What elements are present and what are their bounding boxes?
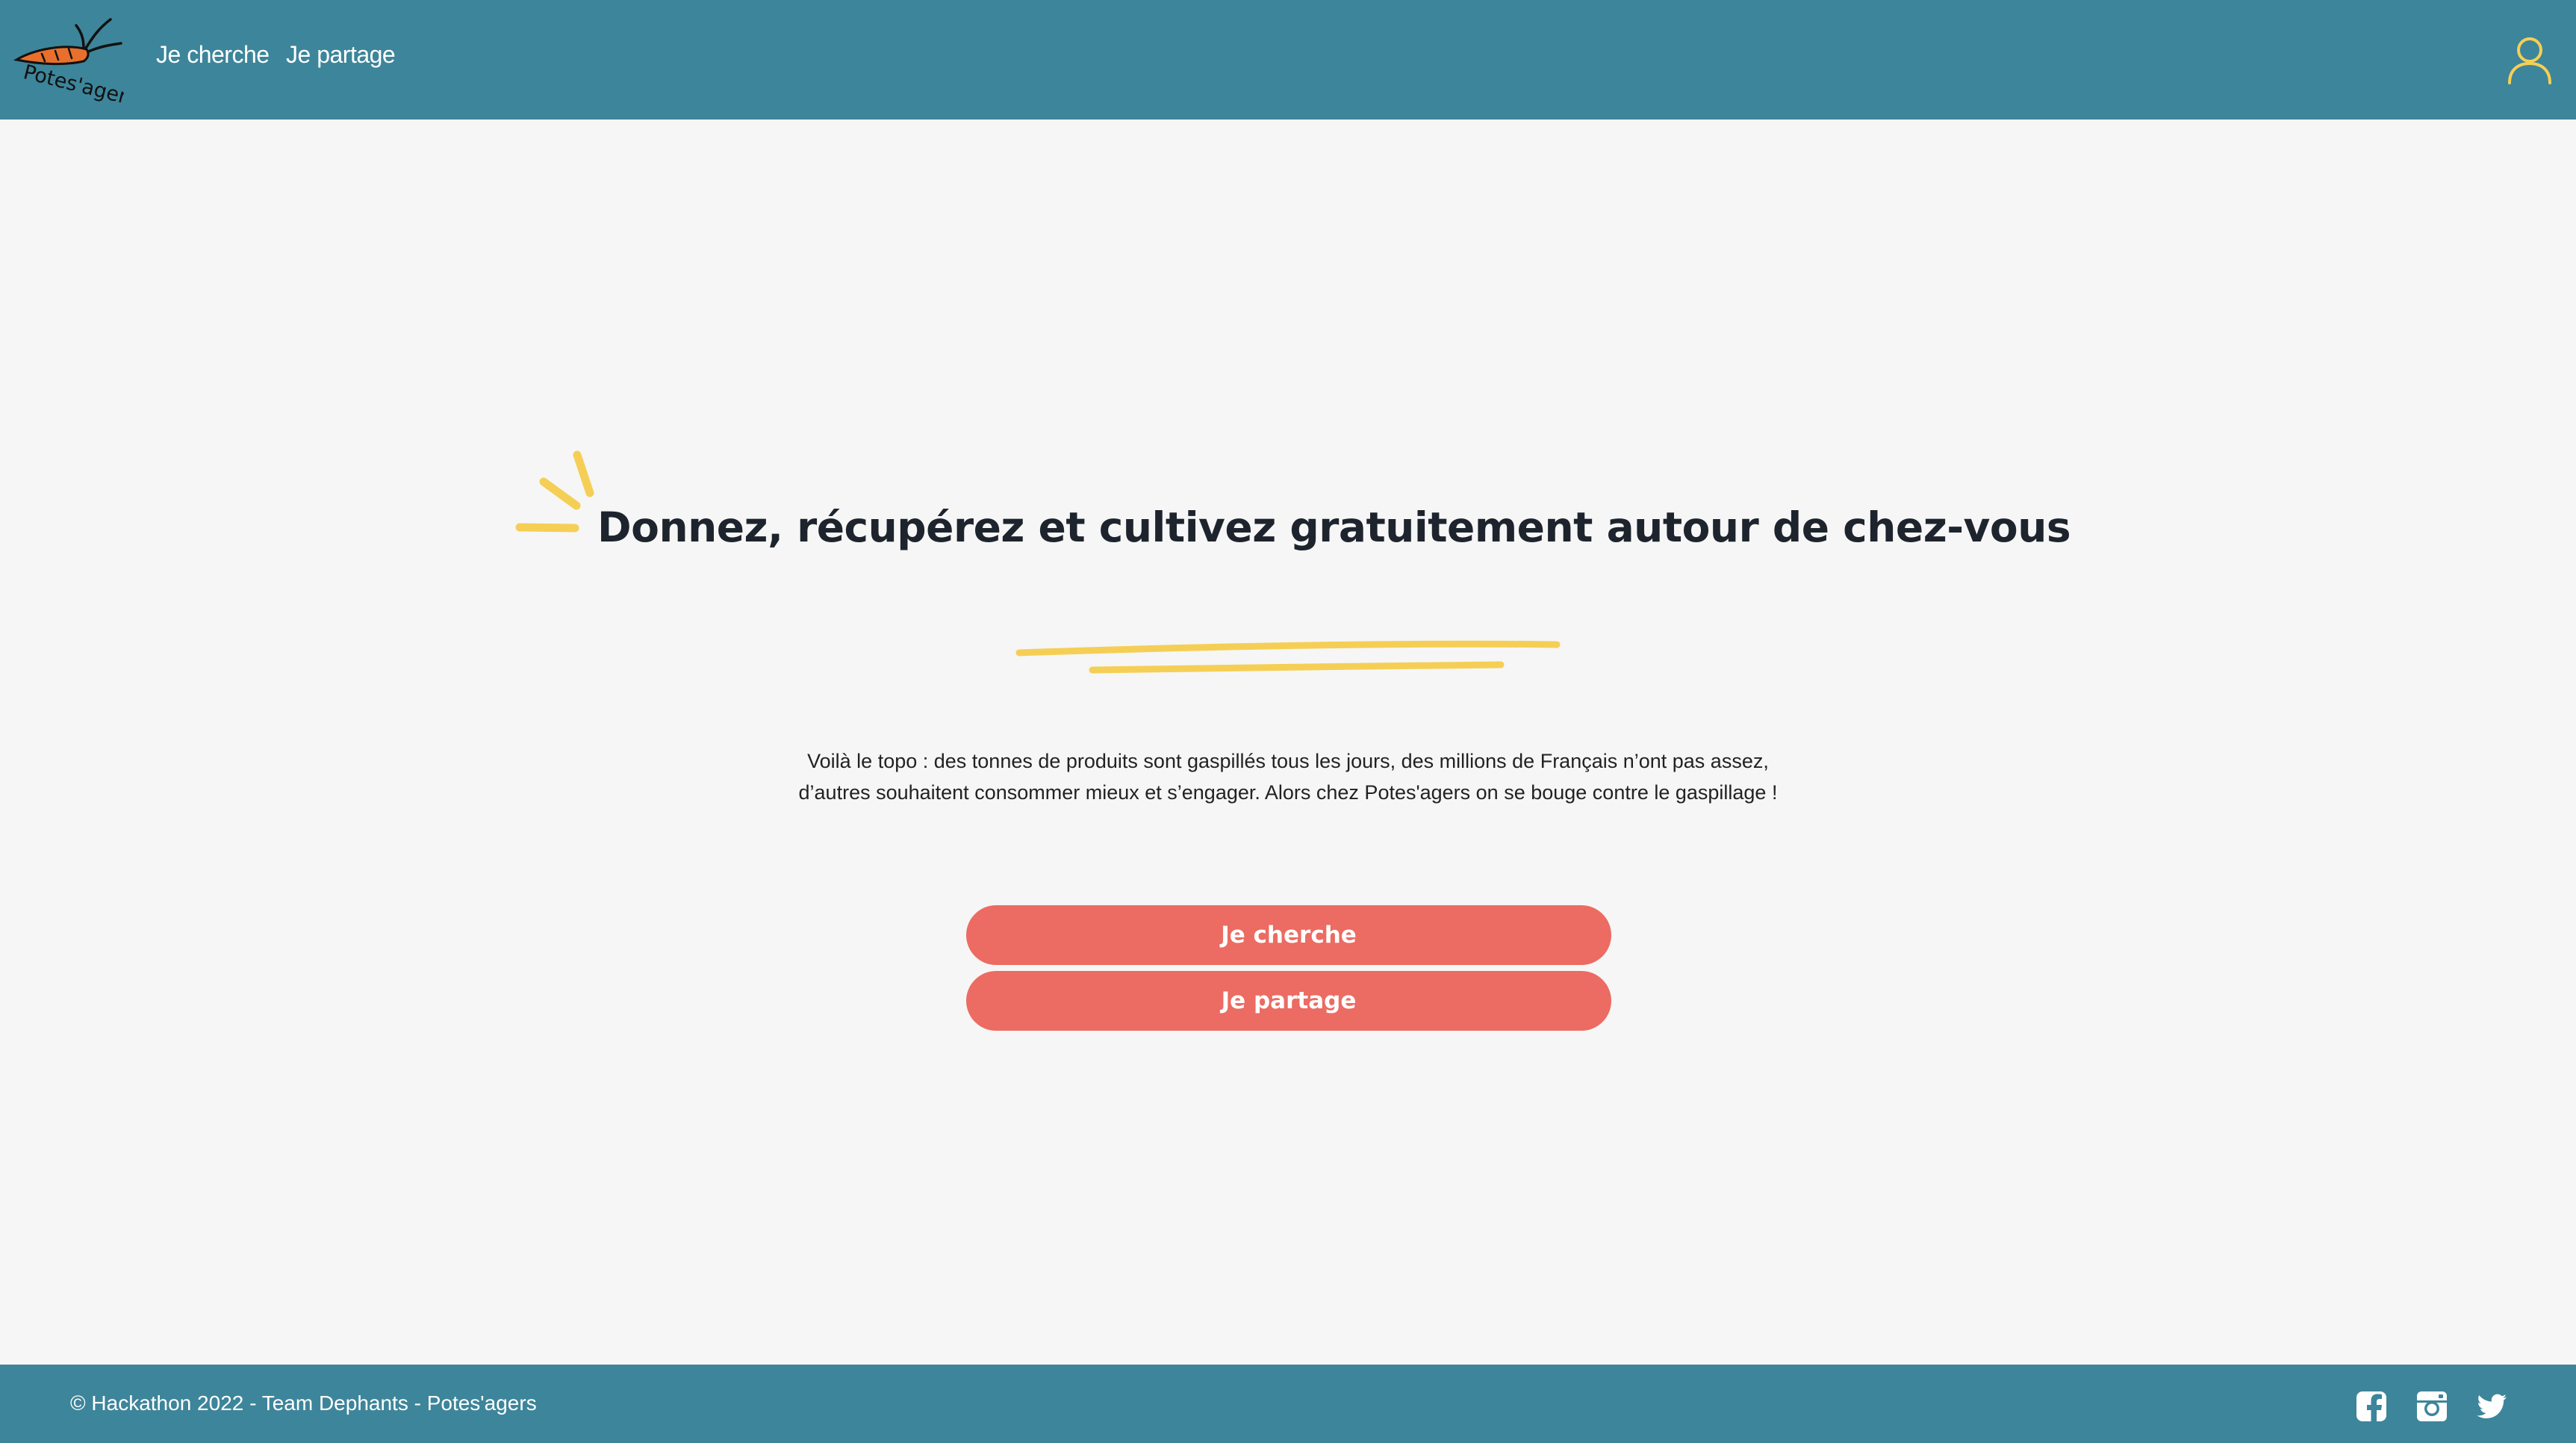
site-footer: © Hackathon 2022 - Team Dephants - Potes… [0, 1365, 2576, 1443]
carrot-logo-icon[interactable]: Potes'agers [12, 13, 124, 105]
hero-section [0, 120, 2576, 1365]
nav-link-je-partage[interactable]: Je partage [286, 41, 396, 69]
logo-text: Potes'agers [21, 60, 124, 105]
page-title: Donnez, récupérez et cultivez gratuiteme… [597, 503, 2071, 551]
twitter-icon[interactable] [2475, 1390, 2508, 1423]
site-header: Potes'agers Je cherche Je partage [0, 0, 2576, 120]
decorative-rays [515, 450, 594, 533]
user-icon[interactable] [2505, 35, 2554, 84]
je-partage-button[interactable]: Je partage [966, 971, 1611, 1031]
copyright-text: © Hackathon 2022 - Team Dephants - Potes… [70, 1391, 537, 1415]
intro-line-1: Voilà le topo : des tonnes de produits s… [807, 750, 1769, 772]
decorative-underline [1015, 640, 1561, 674]
nav-link-je-cherche[interactable]: Je cherche [156, 41, 270, 69]
intro-text: Voilà le topo : des tonnes de produits s… [747, 745, 1829, 808]
je-cherche-button[interactable]: Je cherche [966, 905, 1611, 965]
instagram-icon[interactable] [2415, 1390, 2448, 1423]
intro-line-2: d’autres souhaitent consommer mieux et s… [798, 781, 1778, 804]
facebook-icon[interactable] [2355, 1390, 2388, 1423]
